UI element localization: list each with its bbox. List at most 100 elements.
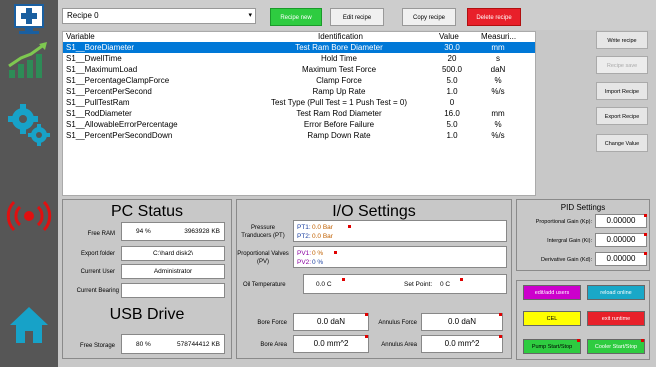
copy-recipe-button[interactable]: Copy recipe bbox=[402, 8, 456, 26]
recipe-save-button[interactable]: Recipe save bbox=[596, 56, 648, 74]
cell-unit: % bbox=[494, 120, 502, 129]
current-bearing-label: Current Bearing bbox=[76, 288, 119, 294]
cell-unit: %/s bbox=[491, 87, 505, 96]
table-row[interactable]: S1__DwellTime Hold Time 20 s bbox=[63, 53, 535, 64]
cell-variable: S1__PercentPerSecondDown bbox=[66, 131, 173, 140]
table-row[interactable]: S1__PercentageClampForce Clamp Force 5.0% bbox=[63, 75, 535, 86]
cell-variable: S1__DwellTime bbox=[66, 54, 122, 63]
free-ram-kb: 3963928 KB bbox=[184, 228, 220, 235]
cell-unit: mm bbox=[491, 43, 505, 52]
free-storage-label: Free Storage bbox=[79, 343, 115, 349]
pc-status-title: PC Status bbox=[110, 203, 184, 220]
cell-value: 5.0 bbox=[446, 76, 458, 85]
cell-variable: S1__PercentageClampForce bbox=[66, 76, 170, 85]
cell-variable: S1__PercentPerSecond bbox=[66, 87, 152, 96]
free-storage-pct: 80 % bbox=[136, 341, 151, 348]
setpoint-indicator bbox=[460, 278, 463, 281]
col-header-identification[interactable]: Identification bbox=[318, 32, 363, 42]
cell-unit: mm bbox=[491, 109, 505, 118]
ki-indicator bbox=[644, 233, 647, 236]
cell-variable: S1__AllowableErrorPercentage bbox=[66, 120, 178, 129]
home-icon bbox=[10, 307, 48, 343]
bore-force-label: Bore Force bbox=[257, 320, 287, 326]
free-ram-pct: 94 % bbox=[136, 228, 151, 235]
table-row[interactable]: S1__RodDiameter Test Ram Rod Diameter 16.0… bbox=[63, 108, 535, 119]
reload-online-button[interactable]: reload online bbox=[587, 285, 645, 300]
connection-button[interactable] bbox=[0, 196, 58, 236]
pv2-label: PV2: bbox=[297, 259, 312, 266]
annulus-area-field: 0.0 mm^2 bbox=[421, 335, 503, 353]
setpoint-value: 0 C bbox=[440, 281, 451, 288]
ki-field[interactable]: 0.00000 bbox=[595, 233, 647, 247]
col-header-value[interactable]: Value bbox=[439, 32, 459, 42]
bore-area-label: Bore Area bbox=[260, 342, 287, 348]
cell-identification: Test Ram Rod Diameter bbox=[296, 109, 382, 118]
current-user-label: Current User bbox=[80, 269, 115, 275]
col-header-measure[interactable]: Measuri... bbox=[481, 32, 516, 42]
current-user-field: Administrator bbox=[121, 264, 225, 279]
recipe-select[interactable]: Recipe 0 ▾ bbox=[62, 8, 256, 24]
edit-users-button[interactable]: edit/add users bbox=[523, 285, 581, 300]
cooler-indicator bbox=[641, 339, 644, 342]
kd-field[interactable]: 0.00000 bbox=[595, 252, 647, 266]
home-button[interactable] bbox=[0, 300, 58, 350]
cell-identification: Error Before Failure bbox=[303, 120, 375, 129]
usb-drive-title: USB Drive bbox=[109, 306, 185, 323]
settings-button[interactable] bbox=[0, 100, 58, 150]
kp-label: Proportional Gain (Kp): bbox=[535, 219, 592, 225]
write-recipe-button[interactable]: Write recipe bbox=[596, 31, 648, 49]
kp-field[interactable]: 0.00000 bbox=[595, 214, 647, 228]
table-row[interactable]: S1__PullTestRam Test Type (Pull Test = 1 … bbox=[63, 97, 535, 108]
table-row[interactable]: S1__MaximumLoad Maximum Test Force 500.0 da… bbox=[63, 64, 535, 75]
chevron-down-icon: ▾ bbox=[248, 12, 252, 19]
growth-chart-icon bbox=[8, 42, 47, 78]
delete-recipe-button[interactable]: Delete recipe bbox=[467, 8, 521, 26]
cell-unit: s bbox=[496, 54, 500, 63]
exit-runtime-button[interactable]: exit runtime bbox=[587, 311, 645, 326]
pv-field: PV1: 0 % PV2: 0 % bbox=[293, 246, 507, 268]
pv1-value: 0 % bbox=[312, 250, 324, 257]
ki-label: Intergral Gain (Ki): bbox=[547, 238, 592, 244]
cel-button[interactable]: CEL bbox=[523, 311, 581, 326]
cell-value: 20 bbox=[447, 54, 457, 63]
import-recipe-button[interactable]: Import Recipe bbox=[596, 82, 648, 100]
pt-indicator bbox=[348, 225, 351, 228]
annulus-force-indicator bbox=[499, 313, 502, 316]
table-row[interactable]: S1__BoreDiameter Test Ram Bore Diameter 30… bbox=[63, 42, 535, 53]
recipe-new-button[interactable]: Recipe new bbox=[270, 8, 322, 26]
pt-field: PT1: 0.0 Bar PT2: 0.0 Bar bbox=[293, 220, 507, 242]
cell-unit: daN bbox=[490, 65, 506, 74]
free-storage-field: 80 % 578744412 KB bbox=[121, 334, 225, 354]
table-row[interactable]: S1__PercentPerSecond Ramp Up Rate 1.0 %/s bbox=[63, 86, 535, 97]
bore-area-indicator bbox=[365, 335, 368, 338]
annulus-force-field: 0.0 daN bbox=[421, 313, 503, 331]
annulus-area-indicator bbox=[499, 335, 502, 338]
export-recipe-button[interactable]: Export Recipe bbox=[596, 107, 648, 125]
pid-settings-title: PID Settings bbox=[560, 203, 606, 212]
cell-identification: Test Type (Pull Test = 1 Push Test = 0) bbox=[270, 98, 408, 107]
kp-indicator bbox=[644, 214, 647, 217]
pv-label: Proportional Valves (PV) bbox=[237, 251, 289, 265]
edit-recipe-button[interactable]: Edit recipe bbox=[330, 8, 384, 26]
pt2-label: PT2: bbox=[297, 233, 311, 240]
annulus-area-label: Annulus Area bbox=[381, 342, 417, 348]
table-row[interactable]: S1__PercentPerSecondDown Ramp Down Rate 1.… bbox=[63, 130, 535, 141]
table-row[interactable]: S1__AllowableErrorPercentage Error Before… bbox=[63, 119, 535, 130]
pt1-value: 0.0 Bar bbox=[312, 224, 333, 231]
new-screen-button[interactable] bbox=[0, 2, 58, 38]
cooler-start-stop-button[interactable]: Cooler Start/Stop bbox=[587, 339, 645, 354]
change-value-button[interactable]: Change Value bbox=[596, 134, 648, 152]
cell-identification: Ramp Down Rate bbox=[307, 131, 371, 140]
setpoint-label: Set Point: bbox=[404, 281, 433, 288]
pt2-value: 0.0 Bar bbox=[312, 233, 333, 240]
cell-value: 30.0 bbox=[444, 43, 460, 52]
free-ram-label: Free RAM bbox=[87, 231, 115, 237]
col-header-variable[interactable]: Variable bbox=[66, 32, 95, 42]
export-folder-field[interactable]: C:\hard disk2\ bbox=[121, 246, 225, 261]
recipe-table[interactable]: Variable Identification Value Measuri...… bbox=[62, 31, 536, 196]
statistics-button[interactable] bbox=[0, 40, 58, 82]
pc-status-panel: PC Status Free RAM 94 % 3963928 KB Expor… bbox=[62, 199, 232, 359]
pt1-label: PT1: bbox=[297, 224, 311, 231]
pump-indicator bbox=[577, 339, 580, 342]
pump-start-stop-button[interactable]: Pump Start/Stop bbox=[523, 339, 581, 354]
